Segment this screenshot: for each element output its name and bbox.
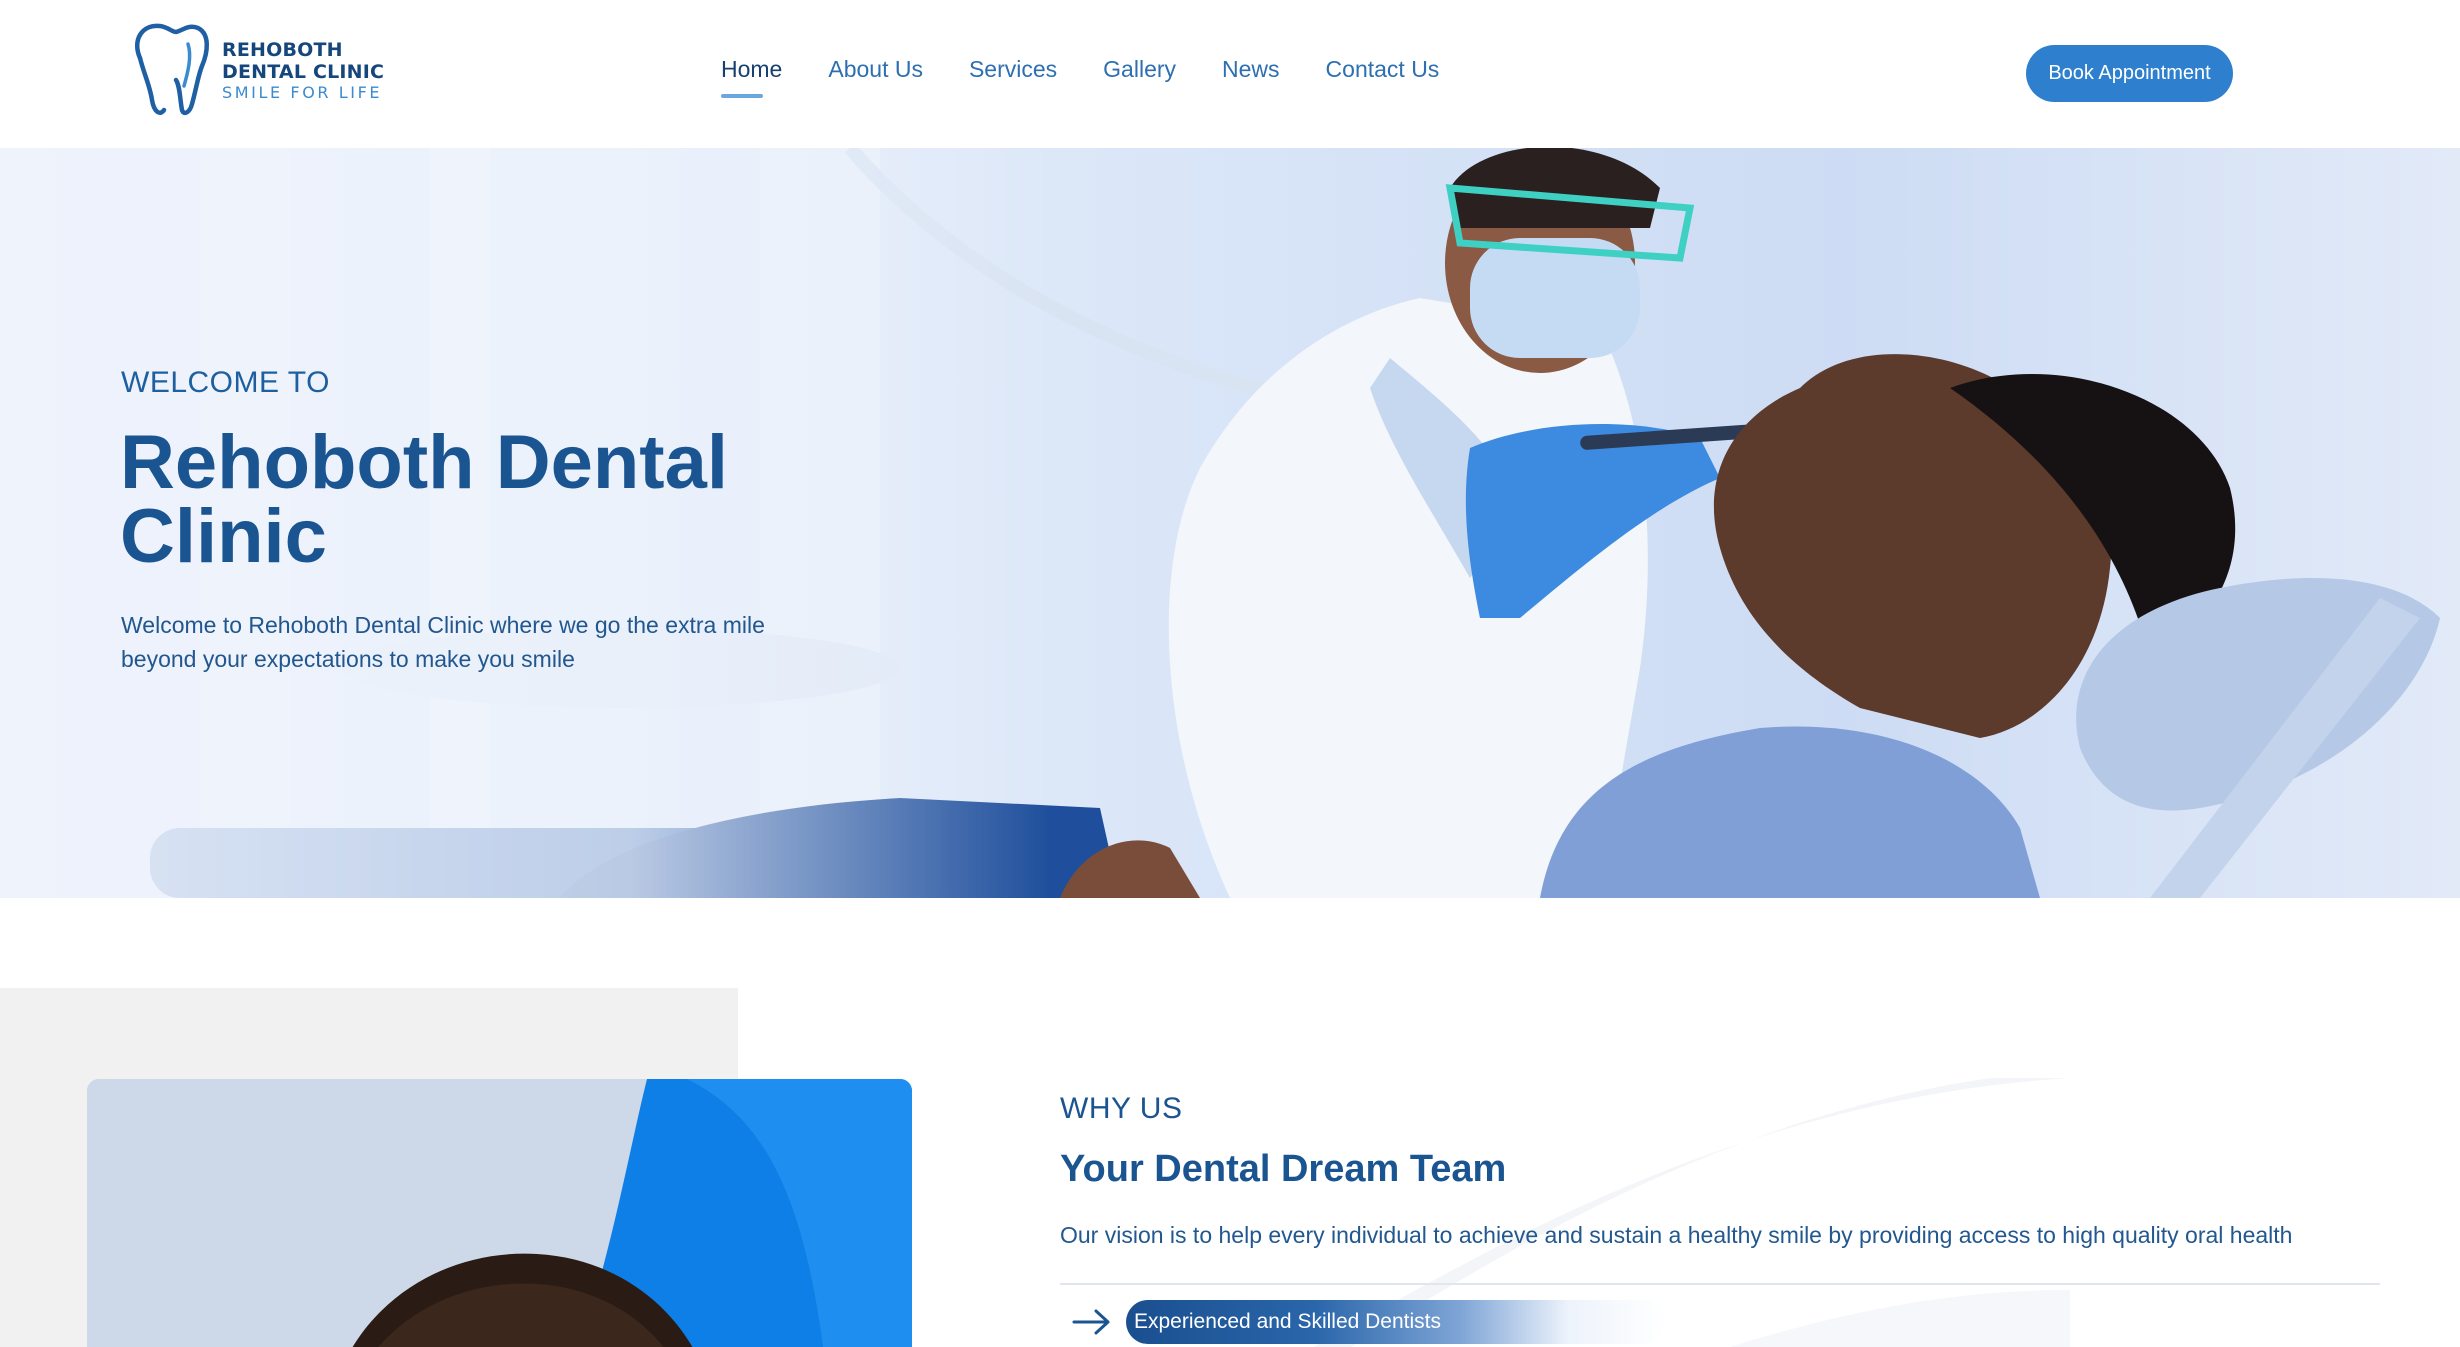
logo-name-line1: REHOBOTH <box>222 39 343 61</box>
nav-item-gallery[interactable]: Gallery <box>1103 56 1176 83</box>
logo-name-line2: DENTAL CLINIC <box>222 61 385 83</box>
why-us-description: Our vision is to help every individual t… <box>1060 1222 2293 1248</box>
nav-item-label: About Us <box>828 56 923 82</box>
active-nav-underline <box>721 94 763 98</box>
why-us-eyebrow: WHY US <box>1060 1092 1183 1125</box>
nav-item-label: Home <box>721 56 783 82</box>
feature-label: Experienced and Skilled Dentists <box>1126 1300 1666 1344</box>
site-header: REHOBOTH DENTAL CLINIC SMILE FOR LIFE Ho… <box>0 0 2460 148</box>
tooth-icon <box>134 23 209 116</box>
nav-item-contact-us[interactable]: Contact Us <box>1326 56 1440 83</box>
hero-title: Rehoboth Dental Clinic <box>120 420 728 579</box>
nav-item-about-us[interactable]: About Us <box>828 56 923 83</box>
logo-text: REHOBOTH DENTAL CLINIC SMILE FOR LIFE <box>222 39 384 101</box>
book-appointment-button[interactable]: Book Appointment <box>2026 45 2233 102</box>
nav-item-news[interactable]: News <box>1222 56 1280 83</box>
main-nav: Home About Us Services Gallery News Cont… <box>721 56 1485 98</box>
hero-description: Welcome to Rehoboth Dental Clinic where … <box>121 612 765 672</box>
nav-item-label: Contact Us <box>1325 56 1440 82</box>
nav-item-home[interactable]: Home <box>721 56 783 98</box>
nav-item-services[interactable]: Services <box>969 56 1057 83</box>
hero-eyebrow: WELCOME TO <box>121 366 330 399</box>
why-us-title: Your Dental Dream Team <box>1060 1148 1507 1190</box>
feature-item: Experienced and Skilled Dentists <box>1072 1300 1666 1344</box>
logo[interactable]: REHOBOTH DENTAL CLINIC SMILE FOR LIFE <box>128 20 384 120</box>
logo-tagline: SMILE FOR LIFE <box>222 83 383 102</box>
team-photo <box>87 1079 912 1347</box>
arrow-right-icon <box>1072 1309 1110 1335</box>
dentist-photo <box>87 1079 912 1347</box>
nav-item-label: Gallery <box>1103 56 1177 82</box>
hero-section: WELCOME TO Rehoboth Dental Clinic Welcom… <box>0 148 2460 898</box>
nav-item-label: News <box>1222 56 1280 82</box>
divider <box>1060 1283 2380 1285</box>
nav-item-label: Services <box>968 56 1058 82</box>
